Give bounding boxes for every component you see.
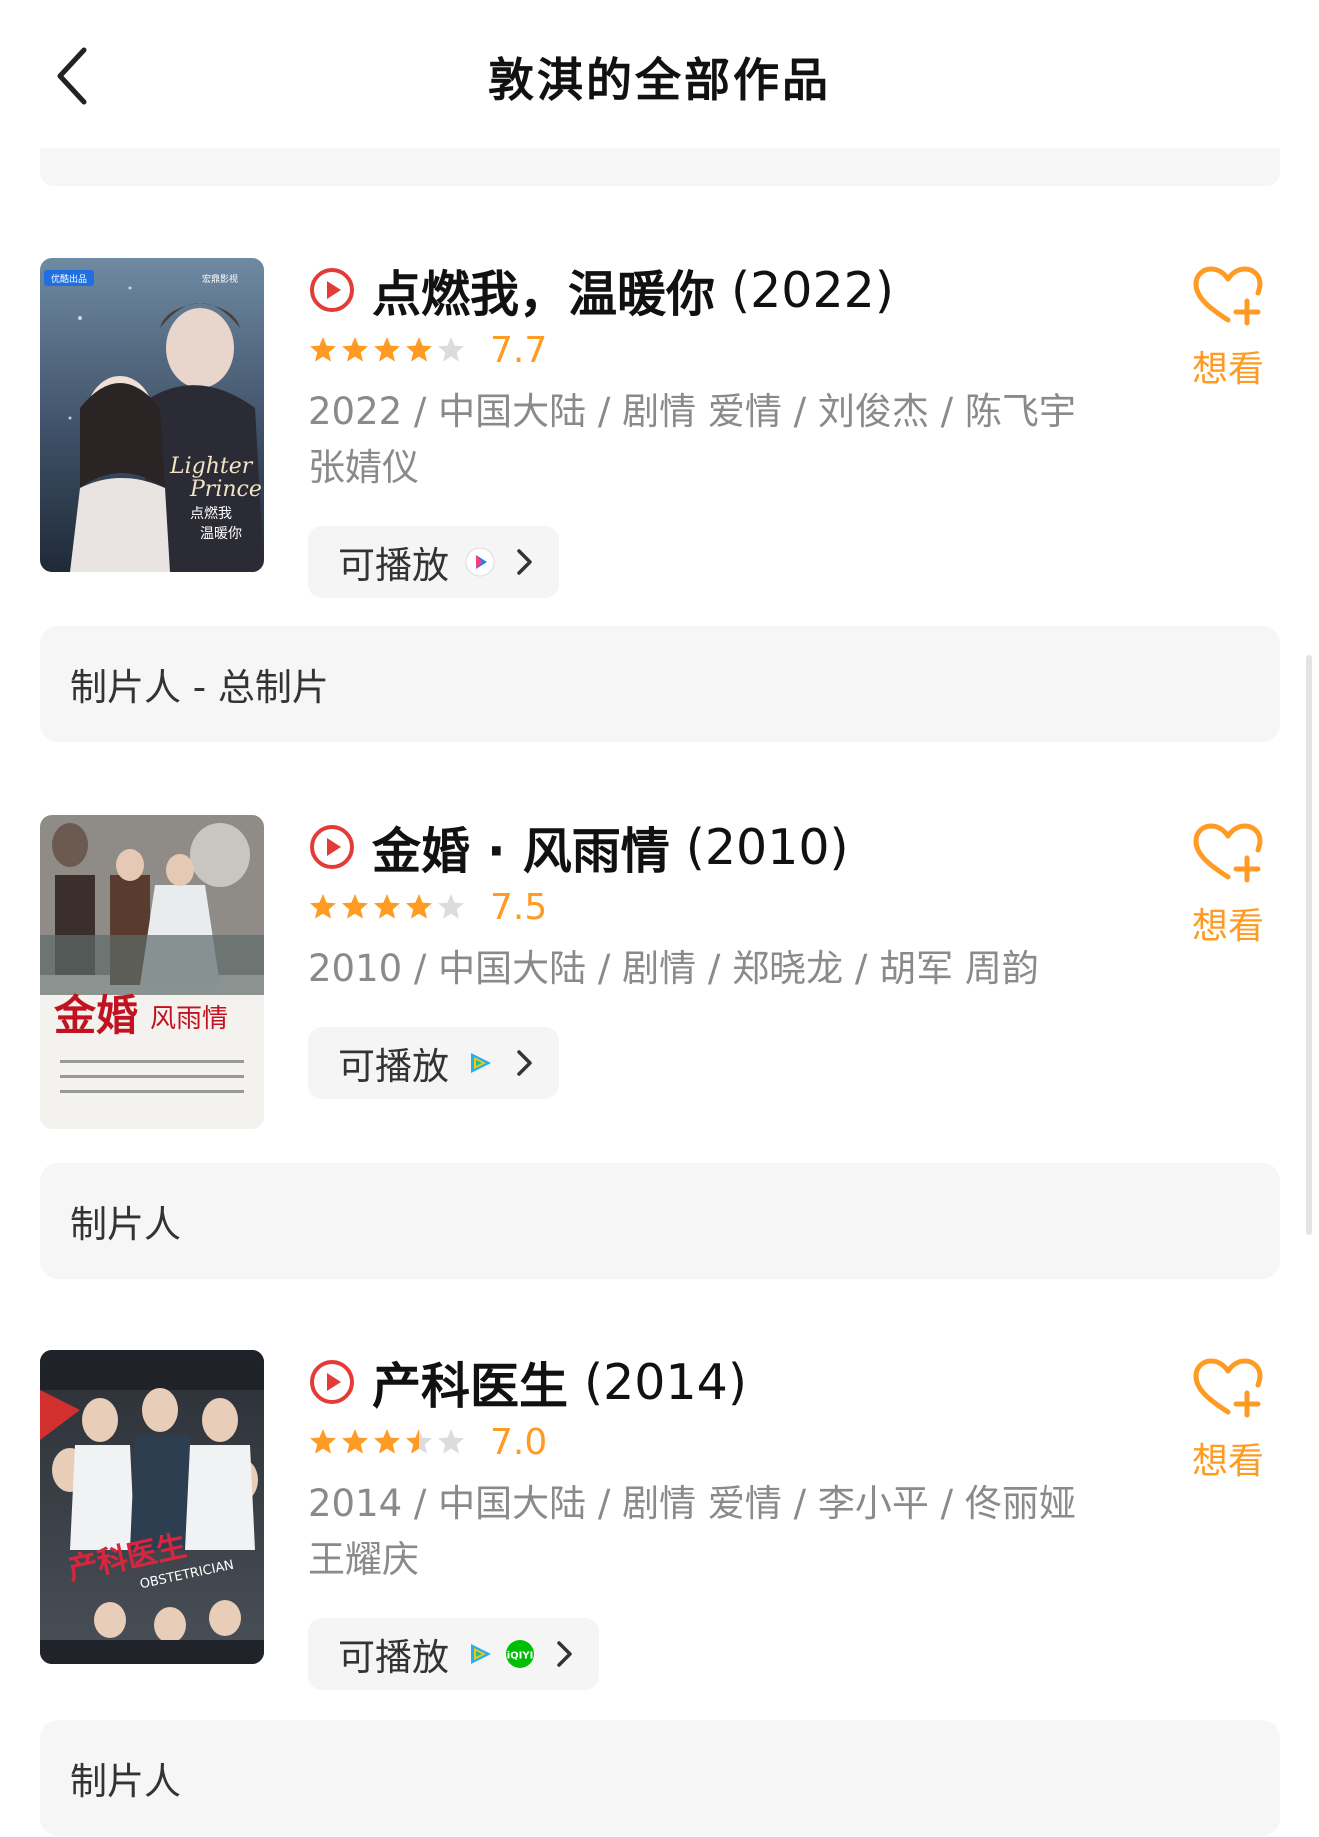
header: 敦淇的全部作品 <box>0 0 1319 148</box>
play-icon <box>310 268 354 312</box>
star-icon <box>438 894 464 919</box>
role-card: 制片人 - 总制片 <box>40 626 1280 742</box>
movie-meta: 2010 / 中国大陆 / 剧情 / 郑晓龙 / 胡军 周韵 <box>308 947 1039 990</box>
star-icon <box>406 337 432 362</box>
svg-text:点燃我: 点燃我 <box>190 505 232 522</box>
playable-button[interactable]: 可播放 <box>308 526 559 598</box>
youku-icon <box>465 547 495 577</box>
star-rating <box>308 1427 468 1457</box>
movie-title[interactable]: 金婚 · 风雨情 (2010) <box>308 815 849 880</box>
movie-meta: 2022 / 中国大陆 / 剧情 爱情 / 刘俊杰 / 陈飞宇 张婧仪 <box>308 390 1076 489</box>
play-icon <box>310 825 354 869</box>
movie-year: (2022) <box>731 261 894 319</box>
playable-label: 可播放 <box>338 1636 449 1679</box>
playable-button[interactable]: 可播放 iQIYI <box>308 1618 599 1690</box>
page-title: 敦淇的全部作品 <box>488 53 831 107</box>
chevron-right-icon <box>557 1641 572 1667</box>
star-icon <box>310 337 336 362</box>
tencent-video-icon <box>471 1053 491 1073</box>
svg-text:宏鼎影视: 宏鼎影视 <box>202 273 238 285</box>
want-to-watch-button[interactable]: 想看 <box>1188 823 1268 949</box>
chevron-right-icon <box>517 549 532 575</box>
star-rating <box>308 892 468 922</box>
heart-plus-icon <box>1193 1358 1263 1418</box>
heart-plus-icon <box>1193 823 1263 883</box>
star-icon <box>438 1429 464 1454</box>
want-to-watch-button[interactable]: 想看 <box>1188 266 1268 392</box>
rating: 7.7 <box>308 329 548 371</box>
movie-year: (2010) <box>685 818 849 876</box>
svg-text:优酷出品: 优酷出品 <box>51 273 87 285</box>
poster-image[interactable]: 优酷出品 宏鼎影视 Lighter Prince 点燃我 温暖你 <box>40 258 264 572</box>
role-card: 制片人 <box>40 1720 1280 1836</box>
want-to-watch-button[interactable]: 想看 <box>1188 1358 1268 1484</box>
svg-text:风雨情: 风雨情 <box>150 1004 228 1034</box>
rating-score: 7.7 <box>490 329 548 371</box>
svg-text:Prince: Prince <box>189 477 262 502</box>
star-icon <box>374 894 400 919</box>
previous-role-card <box>40 142 1280 186</box>
star-icon <box>374 1429 400 1454</box>
svg-text:Lighter: Lighter <box>169 454 254 479</box>
scrollbar[interactable] <box>1306 655 1312 1235</box>
svg-text:iQIYI: iQIYI <box>507 1651 534 1662</box>
play-icon <box>310 1360 354 1404</box>
star-icon <box>342 894 368 919</box>
movie-meta: 2014 / 中国大陆 / 剧情 爱情 / 李小平 / 佟丽娅 王耀庆 <box>308 1482 1076 1581</box>
want-label: 想看 <box>1191 1441 1264 1482</box>
rating: 7.5 <box>308 886 548 928</box>
movie-name: 产科医生 <box>372 1357 569 1415</box>
poster-image[interactable]: 产科医生 OBSTETRICIAN <box>40 1350 264 1664</box>
chevron-right-icon <box>517 1050 532 1076</box>
movie-year: (2014) <box>584 1353 747 1411</box>
poster-image[interactable]: 金婚 风雨情 <box>40 815 264 1129</box>
movie-name: 金婚 · 风雨情 <box>372 822 670 880</box>
role-card: 制片人 <box>40 1163 1280 1279</box>
star-icon <box>406 894 432 919</box>
iqiyi-icon: iQIYI <box>506 1640 534 1668</box>
want-label: 想看 <box>1191 349 1264 390</box>
svg-text:温暖你: 温暖你 <box>200 526 242 542</box>
movie-title[interactable]: 产科医生 (2014) <box>308 1350 747 1415</box>
playable-button[interactable]: 可播放 <box>308 1027 559 1099</box>
star-icon <box>310 894 336 919</box>
star-icon <box>310 1429 336 1454</box>
rating-score: 7.0 <box>490 1421 548 1463</box>
star-icon <box>374 337 400 362</box>
star-icon <box>406 1429 432 1454</box>
movie-name: 点燃我，温暖你 <box>372 265 716 323</box>
rating-score: 7.5 <box>490 886 548 928</box>
star-icon <box>342 1429 368 1454</box>
star-icon <box>342 337 368 362</box>
movie-title[interactable]: 点燃我，温暖你 (2022) <box>308 258 894 323</box>
star-rating <box>308 335 468 365</box>
playable-label: 可播放 <box>338 1045 449 1088</box>
want-label: 想看 <box>1191 906 1264 947</box>
rating: 7.0 <box>308 1421 548 1463</box>
heart-plus-icon <box>1193 266 1263 326</box>
star-icon <box>438 337 464 362</box>
svg-text:金婚: 金婚 <box>53 991 138 1040</box>
playable-label: 可播放 <box>338 544 449 587</box>
tencent-video-icon <box>471 1644 491 1664</box>
